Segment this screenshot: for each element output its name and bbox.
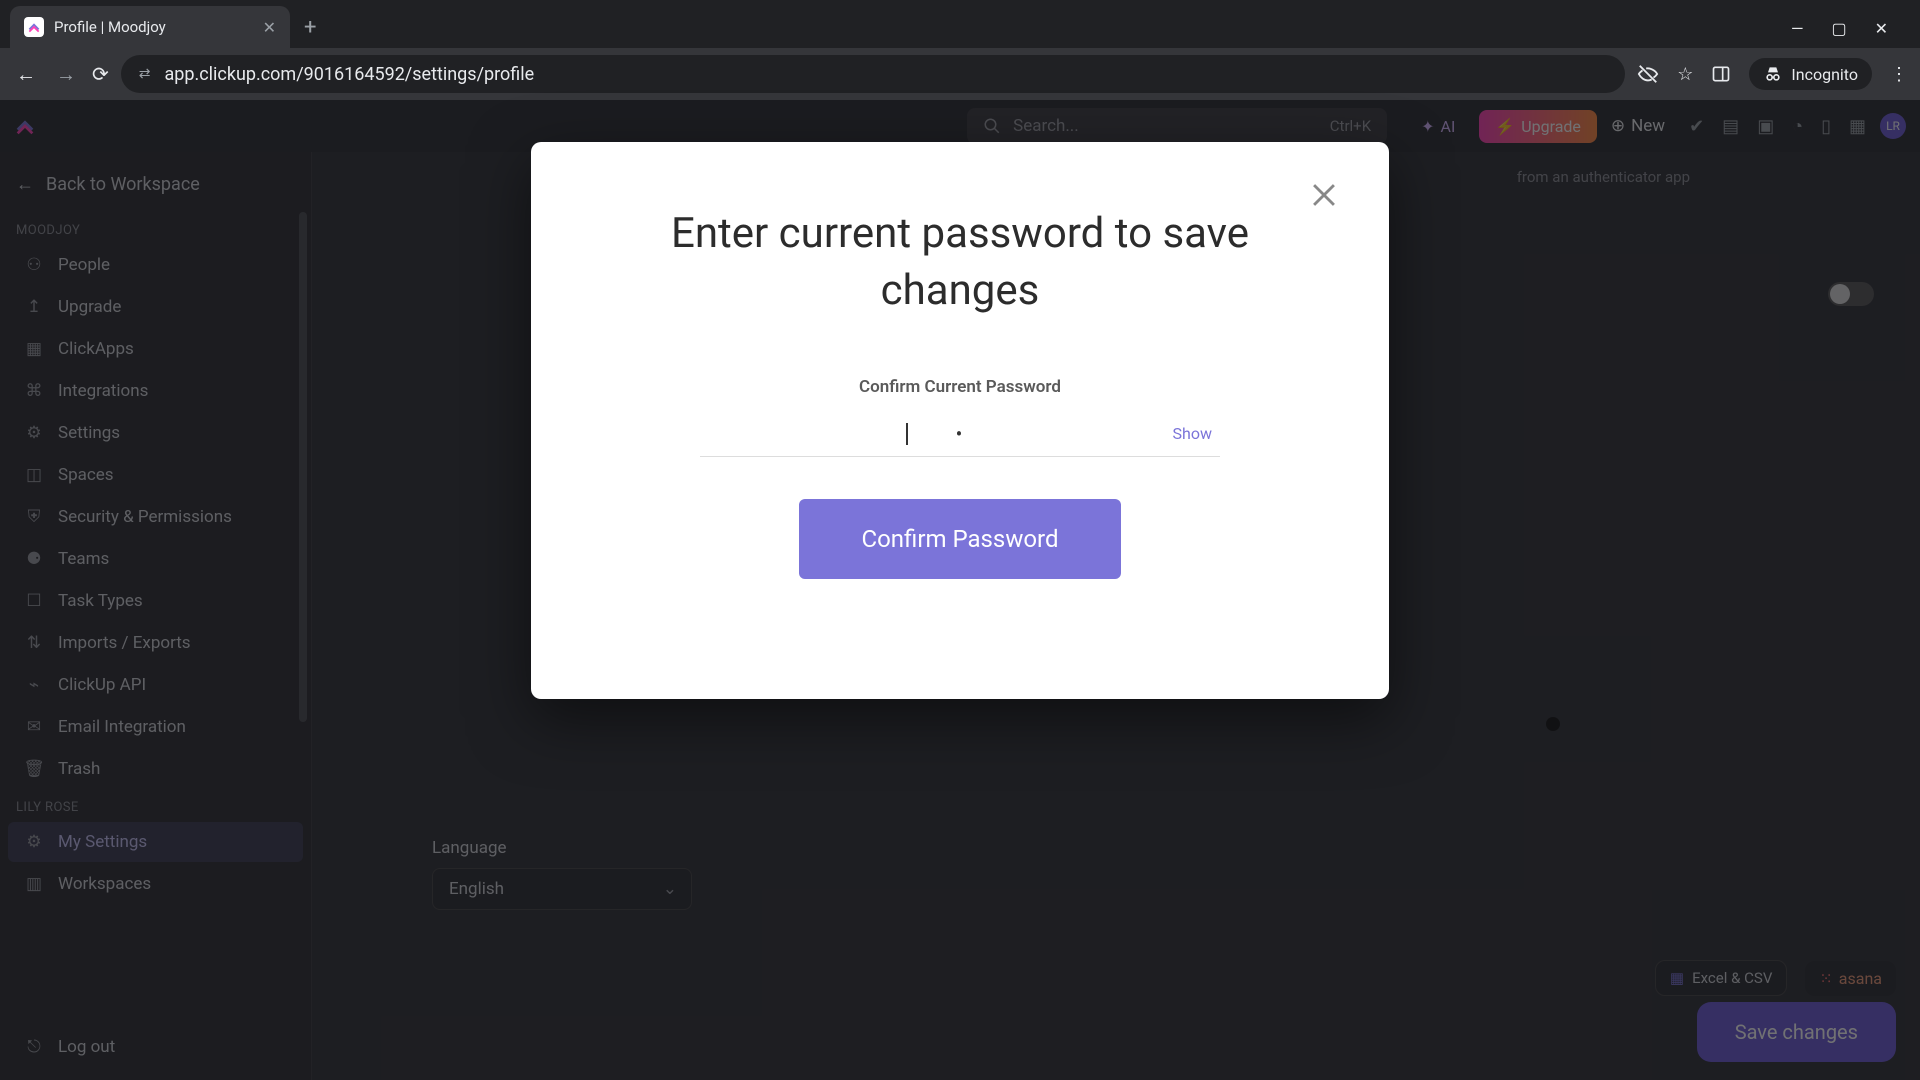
- incognito-chip[interactable]: Incognito: [1749, 58, 1872, 90]
- url-field[interactable]: ⇄ app.clickup.com/9016164592/settings/pr…: [121, 55, 1625, 93]
- panel-icon[interactable]: [1711, 64, 1731, 84]
- password-field-row: Show: [700, 411, 1220, 457]
- password-input[interactable]: [778, 422, 1142, 446]
- site-info-icon[interactable]: ⇄: [139, 66, 151, 82]
- window-close-icon[interactable]: ✕: [1875, 19, 1888, 38]
- window-controls: ― ▢ ✕: [1791, 19, 1910, 48]
- new-tab-button[interactable]: +: [290, 6, 330, 48]
- nav-back-icon[interactable]: ←: [12, 62, 40, 87]
- browser-menu-icon[interactable]: ⋮: [1890, 64, 1908, 85]
- confirm-password-modal: Enter current password to save changes C…: [531, 142, 1389, 699]
- modal-close-button[interactable]: [1307, 178, 1341, 212]
- window-minimize-icon[interactable]: ―: [1791, 19, 1804, 38]
- tab-title: Profile | Moodjoy: [54, 18, 253, 36]
- show-password-link[interactable]: Show: [1173, 424, 1212, 443]
- password-field-label: Confirm Current Password: [651, 377, 1269, 397]
- nav-forward-icon[interactable]: →: [52, 62, 80, 87]
- confirm-label: Confirm Password: [861, 525, 1058, 553]
- confirm-password-button[interactable]: Confirm Password: [799, 499, 1120, 579]
- modal-title: Enter current password to save changes: [651, 206, 1269, 319]
- tab-close-icon[interactable]: ✕: [263, 18, 276, 37]
- window-maximize-icon[interactable]: ▢: [1831, 19, 1846, 38]
- browser-tab[interactable]: Profile | Moodjoy ✕: [10, 6, 290, 48]
- text-cursor-icon: [906, 423, 908, 445]
- incognito-label: Incognito: [1791, 65, 1858, 84]
- eye-off-icon[interactable]: [1637, 63, 1659, 85]
- address-bar: ← → ⟳ ⇄ app.clickup.com/9016164592/setti…: [0, 48, 1920, 100]
- nav-reload-icon[interactable]: ⟳: [92, 62, 109, 86]
- bookmark-star-icon[interactable]: ☆: [1677, 64, 1693, 85]
- browser-tab-bar: Profile | Moodjoy ✕ + ― ▢ ✕: [0, 0, 1920, 48]
- url-text: app.clickup.com/9016164592/settings/prof…: [165, 64, 535, 85]
- clickup-favicon: [24, 17, 44, 37]
